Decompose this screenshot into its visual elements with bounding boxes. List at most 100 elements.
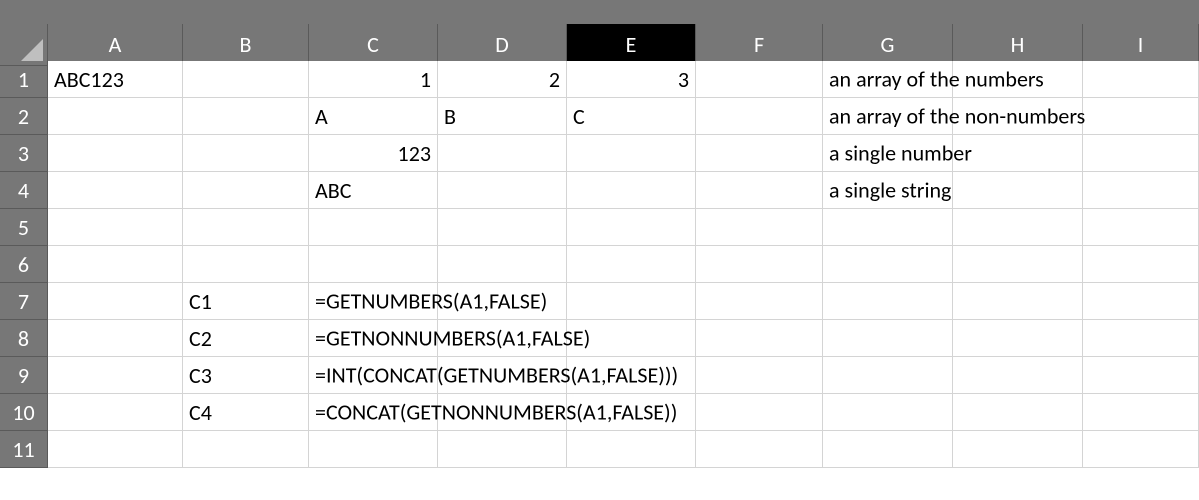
cell-I4[interactable] — [1083, 172, 1199, 209]
cell-G9[interactable] — [823, 357, 953, 394]
cell-D1[interactable]: 2 — [438, 61, 567, 98]
cell-F1[interactable] — [696, 61, 823, 98]
cell-H10[interactable] — [953, 394, 1083, 431]
cell-C3[interactable]: 123 — [309, 135, 438, 172]
cell-F5[interactable] — [696, 209, 823, 246]
cell-C5[interactable] — [309, 209, 438, 246]
cell-E5[interactable] — [567, 209, 696, 246]
row-header-4[interactable]: 4 — [0, 172, 48, 209]
select-all-corner[interactable] — [0, 24, 48, 66]
cell-E4[interactable] — [567, 172, 696, 209]
cell-I2[interactable] — [1083, 98, 1199, 135]
col-header-A[interactable]: A — [48, 24, 183, 66]
cell-D3[interactable] — [438, 135, 567, 172]
cell-D6[interactable] — [438, 246, 567, 283]
cell-E6[interactable] — [567, 246, 696, 283]
cell-B9[interactable]: C3 — [183, 357, 309, 394]
col-header-G[interactable]: G — [823, 24, 953, 66]
cell-F6[interactable] — [696, 246, 823, 283]
cell-H5[interactable] — [953, 209, 1083, 246]
cell-B2[interactable] — [183, 98, 309, 135]
row-header-2[interactable]: 2 — [0, 98, 48, 135]
cell-A7[interactable] — [48, 283, 183, 320]
col-header-E[interactable]: E — [567, 24, 696, 66]
cell-G8[interactable] — [823, 320, 953, 357]
cell-I3[interactable] — [1083, 135, 1199, 172]
cell-D11[interactable] — [438, 431, 567, 468]
cell-I5[interactable] — [1083, 209, 1199, 246]
cell-G7[interactable] — [823, 283, 953, 320]
cell-A4[interactable] — [48, 172, 183, 209]
cell-I8[interactable] — [1083, 320, 1199, 357]
row-header-1[interactable]: 1 — [0, 61, 48, 98]
cell-F7[interactable] — [696, 283, 823, 320]
cell-C10[interactable]: =CONCAT(GETNONNUMBERS(A1,FALSE)) — [309, 394, 438, 431]
col-header-F[interactable]: F — [696, 24, 823, 66]
row-header-10[interactable]: 10 — [0, 394, 48, 431]
cell-I11[interactable] — [1083, 431, 1199, 468]
col-header-D[interactable]: D — [438, 24, 567, 66]
cell-E1[interactable]: 3 — [567, 61, 696, 98]
cell-A1[interactable]: ABC123 — [48, 61, 183, 98]
cell-B6[interactable] — [183, 246, 309, 283]
cell-F8[interactable] — [696, 320, 823, 357]
cell-F9[interactable] — [696, 357, 823, 394]
cell-H8[interactable] — [953, 320, 1083, 357]
cell-F4[interactable] — [696, 172, 823, 209]
cell-B5[interactable] — [183, 209, 309, 246]
cell-D4[interactable] — [438, 172, 567, 209]
cell-H9[interactable] — [953, 357, 1083, 394]
cell-H4[interactable] — [953, 172, 1083, 209]
cell-G2[interactable]: an array of the non-numbers — [823, 98, 953, 135]
cell-A3[interactable] — [48, 135, 183, 172]
col-header-I[interactable]: I — [1083, 24, 1199, 66]
cell-D5[interactable] — [438, 209, 567, 246]
row-header-5[interactable]: 5 — [0, 209, 48, 246]
cell-F11[interactable] — [696, 431, 823, 468]
cell-C1[interactable]: 1 — [309, 61, 438, 98]
cell-G11[interactable] — [823, 431, 953, 468]
cell-A5[interactable] — [48, 209, 183, 246]
row-header-11[interactable]: 11 — [0, 431, 48, 468]
col-header-H[interactable]: H — [953, 24, 1083, 66]
cell-G10[interactable] — [823, 394, 953, 431]
cell-F3[interactable] — [696, 135, 823, 172]
cell-A2[interactable] — [48, 98, 183, 135]
row-header-7[interactable]: 7 — [0, 283, 48, 320]
cell-E3[interactable] — [567, 135, 696, 172]
cell-B8[interactable]: C2 — [183, 320, 309, 357]
cell-B11[interactable] — [183, 431, 309, 468]
cell-B10[interactable]: C4 — [183, 394, 309, 431]
col-header-B[interactable]: B — [183, 24, 309, 66]
cell-H3[interactable] — [953, 135, 1083, 172]
cell-F2[interactable] — [696, 98, 823, 135]
cell-I9[interactable] — [1083, 357, 1199, 394]
cell-C8[interactable]: =GETNONNUMBERS(A1,FALSE) — [309, 320, 438, 357]
cell-E2[interactable]: C — [567, 98, 696, 135]
cell-B4[interactable] — [183, 172, 309, 209]
row-header-6[interactable]: 6 — [0, 246, 48, 283]
cell-C6[interactable] — [309, 246, 438, 283]
cell-G6[interactable] — [823, 246, 953, 283]
cell-E11[interactable] — [567, 431, 696, 468]
cell-I7[interactable] — [1083, 283, 1199, 320]
cell-F10[interactable] — [696, 394, 823, 431]
cell-C4[interactable]: ABC — [309, 172, 438, 209]
cell-B7[interactable]: C1 — [183, 283, 309, 320]
cell-C11[interactable] — [309, 431, 438, 468]
row-header-9[interactable]: 9 — [0, 357, 48, 394]
cell-A9[interactable] — [48, 357, 183, 394]
cell-A8[interactable] — [48, 320, 183, 357]
cell-G1[interactable]: an array of the numbers — [823, 61, 953, 98]
cell-B1[interactable] — [183, 61, 309, 98]
cell-G5[interactable] — [823, 209, 953, 246]
cell-A10[interactable] — [48, 394, 183, 431]
cell-D2[interactable]: B — [438, 98, 567, 135]
cell-G3[interactable]: a single number — [823, 135, 953, 172]
cell-A6[interactable] — [48, 246, 183, 283]
cell-I10[interactable] — [1083, 394, 1199, 431]
cell-I1[interactable] — [1083, 61, 1199, 98]
cell-B3[interactable] — [183, 135, 309, 172]
cell-C2[interactable]: A — [309, 98, 438, 135]
cell-C7[interactable]: =GETNUMBERS(A1,FALSE) — [309, 283, 438, 320]
